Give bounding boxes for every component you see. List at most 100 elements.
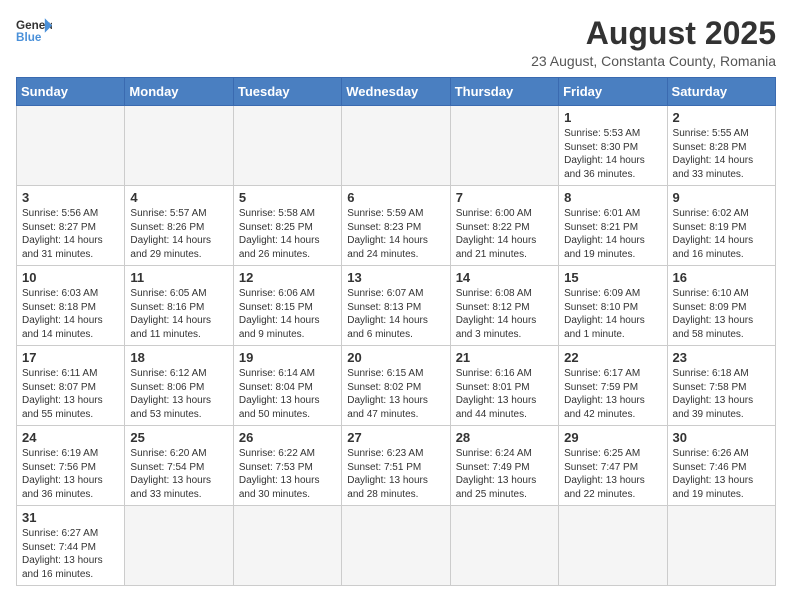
calendar-day-cell xyxy=(342,506,450,586)
day-info: Sunrise: 5:58 AM Sunset: 8:25 PM Dayligh… xyxy=(239,207,336,261)
day-number: 18 xyxy=(130,350,227,365)
calendar-day-cell: 26 Sunrise: 6:22 AM Sunset: 7:53 PM Dayli… xyxy=(233,426,341,506)
calendar-day-cell: 11 Sunrise: 6:05 AM Sunset: 8:16 PM Dayli… xyxy=(125,266,233,346)
calendar-day-cell xyxy=(450,106,558,186)
day-info: Sunrise: 6:27 AM Sunset: 7:44 PM Dayligh… xyxy=(22,527,119,581)
day-number: 12 xyxy=(239,270,336,285)
calendar-day-cell: 30 Sunrise: 6:26 AM Sunset: 7:46 PM Dayli… xyxy=(667,426,775,506)
calendar-day-cell xyxy=(17,106,125,186)
day-info: Sunrise: 6:01 AM Sunset: 8:21 PM Dayligh… xyxy=(564,207,661,261)
calendar-day-cell xyxy=(233,106,341,186)
day-info: Sunrise: 6:03 AM Sunset: 8:18 PM Dayligh… xyxy=(22,287,119,341)
day-info: Sunrise: 6:12 AM Sunset: 8:06 PM Dayligh… xyxy=(130,367,227,421)
day-info: Sunrise: 6:18 AM Sunset: 7:58 PM Dayligh… xyxy=(673,367,770,421)
day-info: Sunrise: 6:15 AM Sunset: 8:02 PM Dayligh… xyxy=(347,367,444,421)
calendar-day-cell xyxy=(450,506,558,586)
day-number: 5 xyxy=(239,190,336,205)
calendar-day-cell: 12Sunrise: 6:06 AM Sunset: 8:15 PM Dayli… xyxy=(233,266,341,346)
day-info: Sunrise: 6:02 AM Sunset: 8:19 PM Dayligh… xyxy=(673,207,770,261)
day-number: 4 xyxy=(130,190,227,205)
day-number: 14 xyxy=(456,270,553,285)
calendar-day-cell: 28 Sunrise: 6:24 AM Sunset: 7:49 PM Dayli… xyxy=(450,426,558,506)
day-info: Sunrise: 6:05 AM Sunset: 8:16 PM Dayligh… xyxy=(130,287,227,341)
day-number: 26 xyxy=(239,430,336,445)
calendar-week-row: 10Sunrise: 6:03 AM Sunset: 8:18 PM Dayli… xyxy=(17,266,776,346)
calendar-day-cell: 10Sunrise: 6:03 AM Sunset: 8:18 PM Dayli… xyxy=(17,266,125,346)
day-info: Sunrise: 6:08 AM Sunset: 8:12 PM Dayligh… xyxy=(456,287,553,341)
day-number: 27 xyxy=(347,430,444,445)
day-info: Sunrise: 6:00 AM Sunset: 8:22 PM Dayligh… xyxy=(456,207,553,261)
month-year-title: August 2025 xyxy=(531,16,776,51)
day-info: Sunrise: 6:24 AM Sunset: 7:49 PM Dayligh… xyxy=(456,447,553,501)
calendar-week-row: 1Sunrise: 5:53 AM Sunset: 8:30 PM Daylig… xyxy=(17,106,776,186)
day-number: 25 xyxy=(130,430,227,445)
day-number: 2 xyxy=(673,110,770,125)
day-number: 7 xyxy=(456,190,553,205)
day-number: 11 xyxy=(130,270,227,285)
calendar-day-cell: 22Sunrise: 6:17 AM Sunset: 7:59 PM Dayli… xyxy=(559,346,667,426)
day-number: 15 xyxy=(564,270,661,285)
col-header-thursday: Thursday xyxy=(450,78,558,106)
day-info: Sunrise: 6:14 AM Sunset: 8:04 PM Dayligh… xyxy=(239,367,336,421)
day-info: Sunrise: 6:20 AM Sunset: 7:54 PM Dayligh… xyxy=(130,447,227,501)
day-number: 30 xyxy=(673,430,770,445)
calendar-day-cell: 19Sunrise: 6:14 AM Sunset: 8:04 PM Dayli… xyxy=(233,346,341,426)
calendar-day-cell xyxy=(667,506,775,586)
calendar-day-cell: 21 Sunrise: 6:16 AM Sunset: 8:01 PM Dayli… xyxy=(450,346,558,426)
day-info: Sunrise: 6:23 AM Sunset: 7:51 PM Dayligh… xyxy=(347,447,444,501)
col-header-sunday: Sunday xyxy=(17,78,125,106)
day-number: 28 xyxy=(456,430,553,445)
day-info: Sunrise: 6:26 AM Sunset: 7:46 PM Dayligh… xyxy=(673,447,770,501)
day-info: Sunrise: 6:19 AM Sunset: 7:56 PM Dayligh… xyxy=(22,447,119,501)
svg-text:Blue: Blue xyxy=(16,31,42,44)
day-info: Sunrise: 5:55 AM Sunset: 8:28 PM Dayligh… xyxy=(673,127,770,181)
calendar-day-cell: 15 Sunrise: 6:09 AM Sunset: 8:10 PM Dayli… xyxy=(559,266,667,346)
day-info: Sunrise: 6:16 AM Sunset: 8:01 PM Dayligh… xyxy=(456,367,553,421)
calendar-day-cell: 6 Sunrise: 5:59 AM Sunset: 8:23 PM Daylig… xyxy=(342,186,450,266)
day-info: Sunrise: 6:22 AM Sunset: 7:53 PM Dayligh… xyxy=(239,447,336,501)
day-number: 6 xyxy=(347,190,444,205)
day-number: 16 xyxy=(673,270,770,285)
day-number: 8 xyxy=(564,190,661,205)
logo: General Blue xyxy=(16,16,52,44)
day-info: Sunrise: 6:25 AM Sunset: 7:47 PM Dayligh… xyxy=(564,447,661,501)
col-header-tuesday: Tuesday xyxy=(233,78,341,106)
day-number: 17 xyxy=(22,350,119,365)
logo-icon: General Blue xyxy=(16,16,52,44)
day-info: Sunrise: 5:56 AM Sunset: 8:27 PM Dayligh… xyxy=(22,207,119,261)
calendar-day-cell: 2 Sunrise: 5:55 AM Sunset: 8:28 PM Daylig… xyxy=(667,106,775,186)
day-number: 13 xyxy=(347,270,444,285)
calendar-week-row: 31 Sunrise: 6:27 AM Sunset: 7:44 PM Dayli… xyxy=(17,506,776,586)
calendar-day-cell: 4 Sunrise: 5:57 AM Sunset: 8:26 PM Daylig… xyxy=(125,186,233,266)
calendar-day-cell: 16 Sunrise: 6:10 AM Sunset: 8:09 PM Dayli… xyxy=(667,266,775,346)
day-number: 1 xyxy=(564,110,661,125)
day-number: 31 xyxy=(22,510,119,525)
day-number: 24 xyxy=(22,430,119,445)
day-info: Sunrise: 5:59 AM Sunset: 8:23 PM Dayligh… xyxy=(347,207,444,261)
day-info: Sunrise: 6:11 AM Sunset: 8:07 PM Dayligh… xyxy=(22,367,119,421)
calendar-header-row: SundayMondayTuesdayWednesdayThursdayFrid… xyxy=(17,78,776,106)
day-number: 29 xyxy=(564,430,661,445)
day-info: Sunrise: 6:10 AM Sunset: 8:09 PM Dayligh… xyxy=(673,287,770,341)
calendar-day-cell xyxy=(125,106,233,186)
calendar-day-cell: 29 Sunrise: 6:25 AM Sunset: 7:47 PM Dayli… xyxy=(559,426,667,506)
calendar-week-row: 3Sunrise: 5:56 AM Sunset: 8:27 PM Daylig… xyxy=(17,186,776,266)
calendar-day-cell: 25 Sunrise: 6:20 AM Sunset: 7:54 PM Dayli… xyxy=(125,426,233,506)
day-info: Sunrise: 6:09 AM Sunset: 8:10 PM Dayligh… xyxy=(564,287,661,341)
calendar-table: SundayMondayTuesdayWednesdayThursdayFrid… xyxy=(16,77,776,586)
calendar-day-cell: 9 Sunrise: 6:02 AM Sunset: 8:19 PM Daylig… xyxy=(667,186,775,266)
calendar-week-row: 17 Sunrise: 6:11 AM Sunset: 8:07 PM Dayli… xyxy=(17,346,776,426)
calendar-week-row: 24 Sunrise: 6:19 AM Sunset: 7:56 PM Dayli… xyxy=(17,426,776,506)
col-header-saturday: Saturday xyxy=(667,78,775,106)
day-info: Sunrise: 5:57 AM Sunset: 8:26 PM Dayligh… xyxy=(130,207,227,261)
page-header: General Blue August 2025 23 August, Cons… xyxy=(16,16,776,69)
calendar-day-cell: 20Sunrise: 6:15 AM Sunset: 8:02 PM Dayli… xyxy=(342,346,450,426)
title-block: August 2025 23 August, Constanta County,… xyxy=(531,16,776,69)
calendar-day-cell: 17 Sunrise: 6:11 AM Sunset: 8:07 PM Dayli… xyxy=(17,346,125,426)
day-number: 21 xyxy=(456,350,553,365)
calendar-day-cell xyxy=(125,506,233,586)
day-number: 9 xyxy=(673,190,770,205)
col-header-friday: Friday xyxy=(559,78,667,106)
day-info: Sunrise: 6:07 AM Sunset: 8:13 PM Dayligh… xyxy=(347,287,444,341)
calendar-day-cell: 24 Sunrise: 6:19 AM Sunset: 7:56 PM Dayli… xyxy=(17,426,125,506)
